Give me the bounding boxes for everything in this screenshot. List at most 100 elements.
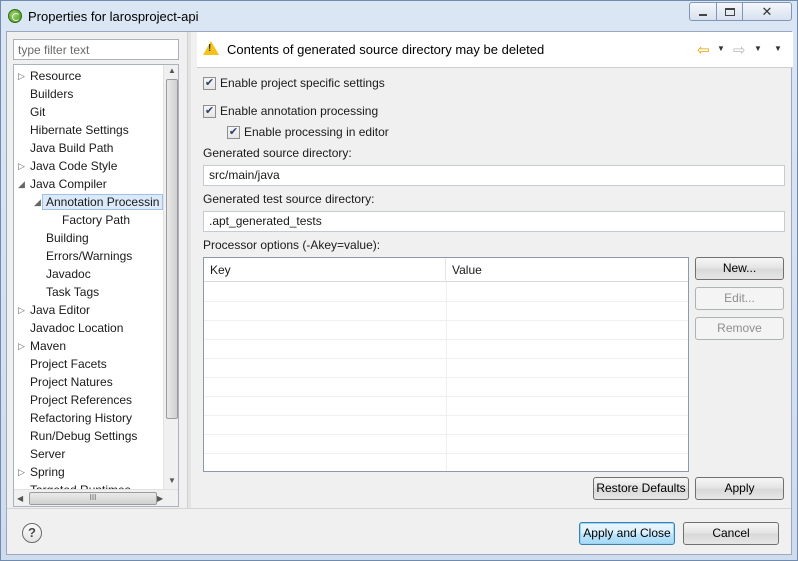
processor-options-label: Processor options (-Akey=value): (203, 238, 381, 252)
table-row (204, 453, 688, 454)
checkbox-label: Enable processing in editor (244, 125, 389, 139)
apply-and-close-button[interactable]: Apply and Close (579, 522, 675, 545)
forward-arrow-icon[interactable]: ⇨ (733, 41, 746, 59)
tree-item-label: Project Facets (30, 357, 107, 371)
tree-item-label: Java Compiler (30, 177, 107, 191)
tree-item[interactable]: Project Natures (30, 373, 113, 391)
collapse-icon[interactable]: ◢ (34, 193, 44, 211)
tree-item-label: Javadoc (46, 267, 91, 281)
column-header-key[interactable]: Key (204, 258, 446, 282)
checkbox-label: Enable annotation processing (220, 104, 379, 118)
view-menu-icon[interactable]: ▼ (774, 44, 782, 53)
scroll-up-icon[interactable]: ▲ (168, 66, 176, 75)
tree-item-label: Server (30, 447, 66, 461)
tree-item-label: Spring (30, 465, 65, 479)
tree-vertical-scrollbar[interactable]: ▲ ▼ (163, 65, 178, 489)
tree-item[interactable]: ▷ Maven (18, 337, 66, 355)
table-header: Key Value (204, 258, 688, 282)
tree-item-label: Factory Path (62, 213, 131, 227)
checkmark-icon: ✔ (227, 125, 240, 139)
tree-item[interactable]: ◢ Annotation Processin (34, 193, 164, 211)
tree-item[interactable]: Server (30, 445, 65, 463)
tree-item-label: Resource (30, 69, 82, 83)
tree-item-label: Java Build Path (30, 141, 114, 155)
tree-item[interactable]: Factory Path (62, 211, 130, 229)
filter-input[interactable] (13, 39, 179, 60)
tree-item[interactable]: Javadoc Location (30, 319, 123, 337)
tree-item[interactable]: ▷ Java Editor (18, 301, 91, 319)
tree-item[interactable]: Project Facets (30, 355, 107, 373)
forward-dropdown-icon[interactable]: ▼ (754, 44, 762, 53)
scroll-right-icon[interactable]: ▶ (157, 494, 163, 503)
tree-item-label: Java Editor (30, 303, 91, 317)
close-button[interactable]: ✕ (742, 2, 792, 21)
table-row (204, 358, 688, 359)
tree-item[interactable]: Hibernate Settings (30, 121, 129, 139)
tree-item[interactable]: ▷ Java Code Style (18, 157, 118, 175)
tree-item[interactable]: Building (46, 229, 89, 247)
thumb-grip: III (89, 493, 97, 502)
help-icon[interactable]: ? (22, 523, 42, 543)
table-row (204, 434, 688, 435)
tree-item-label: Builders (30, 87, 74, 101)
back-arrow-icon[interactable]: ⇦ (697, 41, 710, 59)
apply-button[interactable]: Apply (695, 477, 784, 500)
tree-item[interactable]: ◢ Java Compiler (18, 175, 107, 193)
expand-icon[interactable]: ▷ (18, 463, 28, 481)
expand-icon[interactable]: ▷ (18, 67, 28, 85)
restore-defaults-button[interactable]: Restore Defaults (593, 477, 689, 500)
cancel-button[interactable]: Cancel (683, 522, 779, 545)
tree-horizontal-thumb[interactable]: III (29, 492, 157, 505)
tree-item-label: Java Code Style (30, 159, 118, 173)
maximize-button[interactable] (716, 2, 743, 21)
tree-item-label: Javadoc Location (30, 321, 124, 335)
panel-sash[interactable] (187, 32, 191, 508)
tree-item[interactable]: Git (30, 103, 45, 121)
column-header-value[interactable]: Value (446, 258, 688, 282)
tree-item-label: Run/Debug Settings (30, 429, 138, 443)
expand-icon[interactable]: ▷ (18, 157, 28, 175)
tree-horizontal-scrollbar[interactable]: ◀ III ▶ (14, 489, 178, 506)
tree-item[interactable]: Refactoring History (30, 409, 132, 427)
title-bar[interactable]: Properties for larosproject-api ✕ (1, 1, 797, 31)
gen-source-dir-field[interactable]: src/main/java (203, 165, 785, 186)
tree-item[interactable]: Java Build Path (30, 139, 113, 157)
tree-item[interactable]: Javadoc (46, 265, 91, 283)
gen-source-dir-label: Generated source directory: (203, 146, 352, 160)
enable-annotation-processing-checkbox[interactable]: ✔ Enable annotation processing (203, 103, 378, 119)
close-icon: ✕ (761, 3, 773, 19)
tree-item[interactable]: Task Tags (46, 283, 99, 301)
tree-item-label: Hibernate Settings (30, 123, 129, 137)
enable-project-specific-checkbox[interactable]: ✔ Enable project specific settings (203, 75, 385, 91)
minimize-button[interactable] (689, 2, 717, 21)
tree-item-label: Task Tags (46, 285, 100, 299)
footer-separator (7, 508, 791, 509)
tree-item[interactable]: ▷ Spring (18, 463, 65, 481)
scroll-left-icon[interactable]: ◀ (17, 494, 23, 503)
expand-icon[interactable]: ▷ (18, 337, 28, 355)
header-message: Contents of generated source directory m… (227, 42, 545, 57)
maximize-icon (724, 7, 735, 16)
tree-item-label: Building (46, 231, 89, 245)
tree-item-label: Git (30, 105, 46, 119)
collapse-icon[interactable]: ◢ (18, 175, 28, 193)
tree-item-label: Refactoring History (30, 411, 133, 425)
enable-processing-in-editor-checkbox[interactable]: ✔ Enable processing in editor (227, 124, 389, 140)
warning-mark: ! (208, 43, 212, 54)
tree-item[interactable]: Project References (30, 391, 132, 409)
table-row (204, 320, 688, 321)
tree-item[interactable]: Errors/Warnings (46, 247, 132, 265)
back-dropdown-icon[interactable]: ▼ (717, 44, 725, 53)
checkmark-icon: ✔ (203, 76, 216, 90)
tree-vertical-thumb[interactable] (166, 79, 178, 419)
tree-item[interactable]: Builders (30, 85, 73, 103)
edit-button[interactable]: Edit... (695, 287, 784, 310)
tree-item[interactable]: ▷ Resource (18, 67, 82, 85)
tree-item[interactable]: Run/Debug Settings (30, 427, 137, 445)
expand-icon[interactable]: ▷ (18, 301, 28, 319)
scroll-down-icon[interactable]: ▼ (168, 476, 176, 485)
new-button[interactable]: New... (695, 257, 784, 280)
processor-options-table[interactable]: Key Value (203, 257, 689, 472)
remove-button[interactable]: Remove (695, 317, 784, 340)
gen-test-dir-field[interactable]: .apt_generated_tests (203, 211, 785, 232)
